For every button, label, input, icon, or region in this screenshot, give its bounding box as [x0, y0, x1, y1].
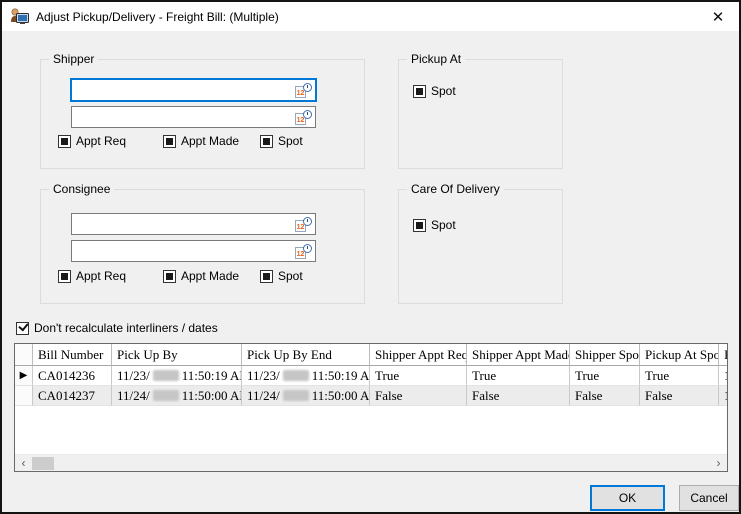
checkbox-indeterminate-icon[interactable]: [58, 270, 71, 283]
pickup-at-spot-checkbox[interactable]: Spot: [413, 84, 456, 98]
checkbox-indeterminate-icon[interactable]: [163, 270, 176, 283]
consignee-appt-req-date-input[interactable]: 12: [71, 213, 316, 235]
consignee-spot-checkbox[interactable]: Spot: [260, 269, 303, 283]
cell-pick-up-by[interactable]: 11/23/11:50:19 AM: [112, 366, 242, 386]
scrollbar-thumb[interactable]: [32, 457, 54, 470]
cell-bill-number[interactable]: CA014236: [33, 366, 112, 386]
cell-shipper-appt-req[interactable]: False: [370, 386, 467, 406]
col-shipper-appt-made[interactable]: Shipper Appt Made: [467, 344, 570, 366]
checkbox-indeterminate-icon[interactable]: [260, 135, 273, 148]
consignee-date-field-2[interactable]: [74, 242, 293, 260]
consignee-date-field-1[interactable]: [74, 215, 293, 233]
redacted-year: [153, 370, 179, 381]
cell-shipper-spot[interactable]: False: [570, 386, 640, 406]
grid-header-row: Bill Number Pick Up By Pick Up By End Sh…: [15, 344, 728, 366]
cell-pickup-at-spot[interactable]: False: [640, 386, 719, 406]
cell-shipper-appt-req[interactable]: True: [370, 366, 467, 386]
shipper-spot-checkbox[interactable]: Spot: [260, 134, 303, 148]
scroll-right-icon[interactable]: ›: [710, 455, 727, 471]
row-selector-header: [15, 344, 33, 366]
col-shipper-spot[interactable]: Shipper Spot: [570, 344, 640, 366]
col-bill-number[interactable]: Bill Number: [33, 344, 112, 366]
shipper-appt-req-checkbox[interactable]: Appt Req: [58, 134, 163, 148]
cell-pick-up-by[interactable]: 11/24/11:50:00 AM: [112, 386, 242, 406]
care-of-delivery-spot-checkbox[interactable]: Spot: [413, 218, 456, 232]
checkbox-indeterminate-icon[interactable]: [413, 219, 426, 232]
checkbox-checked-icon[interactable]: [16, 322, 29, 335]
consignee-appt-made-checkbox[interactable]: Appt Made: [163, 269, 260, 283]
cell-partial[interactable]: 1: [719, 386, 728, 406]
row-selector-cell[interactable]: ▶: [15, 366, 33, 386]
checkbox-indeterminate-icon[interactable]: [163, 135, 176, 148]
cancel-button[interactable]: Cancel: [679, 485, 739, 511]
consignee-appt-made-date-input[interactable]: 12: [71, 240, 316, 262]
cell-pick-up-by-end[interactable]: 11/24/11:50:00 AM: [242, 386, 370, 406]
shipper-date-field-1[interactable]: [74, 81, 293, 99]
close-icon[interactable]: ✕: [709, 8, 727, 26]
freight-bill-grid: Bill Number Pick Up By Pick Up By End Sh…: [14, 343, 728, 472]
consignee-group-label: Consignee: [49, 182, 114, 196]
datetime-picker-icon[interactable]: 12: [295, 217, 312, 232]
dont-recalculate-checkbox[interactable]: Don't recalculate interliners / dates: [16, 321, 218, 335]
col-pick-up-by-end[interactable]: Pick Up By End: [242, 344, 370, 366]
row-selector-cell[interactable]: [15, 386, 33, 406]
datetime-picker-icon[interactable]: 12: [295, 244, 312, 259]
title-bar: Adjust Pickup/Delivery - Freight Bill: (…: [2, 2, 739, 31]
adjust-pickup-delivery-dialog: Adjust Pickup/Delivery - Freight Bill: (…: [0, 0, 741, 514]
cell-bill-number[interactable]: CA014237: [33, 386, 112, 406]
shipper-appt-made-date-input[interactable]: 12: [71, 106, 316, 128]
cell-shipper-spot[interactable]: True: [570, 366, 640, 386]
shipper-group-label: Shipper: [49, 52, 98, 66]
scroll-left-icon[interactable]: ‹: [15, 455, 32, 471]
pickup-at-group-label: Pickup At: [407, 52, 465, 66]
cell-pick-up-by-end[interactable]: 11/23/11:50:19 AM: [242, 366, 370, 386]
table-row[interactable]: ▶ CA014236 11/23/11:50:19 AM 11/23/11:50…: [15, 366, 728, 386]
col-partial[interactable]: I: [719, 344, 728, 366]
ok-button[interactable]: OK: [590, 485, 665, 511]
horizontal-scrollbar[interactable]: ‹ ›: [15, 454, 727, 471]
cell-pickup-at-spot[interactable]: True: [640, 366, 719, 386]
consignee-group: Consignee 12 12 Appt Req Appt Made: [40, 189, 365, 304]
clock-icon: [303, 83, 312, 92]
consignee-appt-req-checkbox[interactable]: Appt Req: [58, 269, 163, 283]
clock-icon: [303, 244, 312, 253]
col-pick-up-by[interactable]: Pick Up By: [112, 344, 242, 366]
pickup-at-group: Pickup At Spot: [398, 59, 563, 169]
checkbox-indeterminate-icon[interactable]: [260, 270, 273, 283]
datetime-picker-icon[interactable]: 12: [295, 83, 312, 98]
col-pickup-at-spot[interactable]: Pickup At Spot: [640, 344, 719, 366]
datetime-picker-icon[interactable]: 12: [295, 110, 312, 125]
shipper-appt-made-checkbox[interactable]: Appt Made: [163, 134, 260, 148]
clock-icon: [303, 110, 312, 119]
checkbox-indeterminate-icon[interactable]: [413, 85, 426, 98]
app-icon: [10, 8, 29, 25]
redacted-year: [153, 390, 179, 401]
redacted-year: [283, 370, 309, 381]
cell-shipper-appt-made[interactable]: False: [467, 386, 570, 406]
care-of-delivery-group-label: Care Of Delivery: [407, 182, 504, 196]
table-row[interactable]: CA014237 11/24/11:50:00 AM 11/24/11:50:0…: [15, 386, 728, 406]
cell-partial[interactable]: 1: [719, 366, 728, 386]
redacted-year: [283, 390, 309, 401]
shipper-group: Shipper 12 12 Appt Req Appt Made: [40, 59, 365, 169]
care-of-delivery-group: Care Of Delivery Spot: [398, 189, 563, 304]
window-title: Adjust Pickup/Delivery - Freight Bill: (…: [36, 10, 279, 24]
cell-shipper-appt-made[interactable]: True: [467, 366, 570, 386]
selected-row-arrow-icon: ▶: [20, 371, 28, 381]
shipper-appt-req-date-input[interactable]: 12: [71, 79, 316, 101]
checkbox-indeterminate-icon[interactable]: [58, 135, 71, 148]
shipper-date-field-2[interactable]: [74, 108, 293, 126]
clock-icon: [303, 217, 312, 226]
col-shipper-appt-req[interactable]: Shipper Appt Req: [370, 344, 467, 366]
